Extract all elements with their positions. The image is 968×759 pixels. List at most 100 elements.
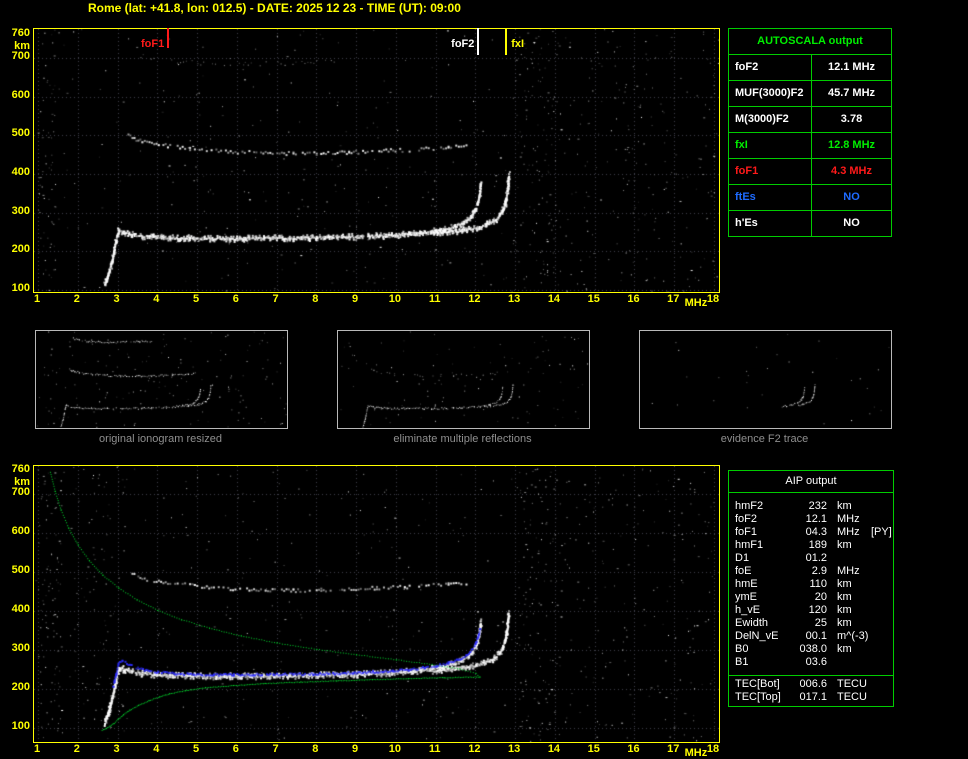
y-axis-tick-label: 500 bbox=[11, 127, 30, 140]
aip-row-name: B1 bbox=[735, 656, 749, 668]
aip-row-name: foF1 bbox=[735, 526, 758, 538]
aip-row-unit: km bbox=[837, 591, 852, 603]
aip-table-row: TEC[Bot] 006.6 TECU bbox=[729, 678, 893, 691]
x-axis-tick-label: 17 bbox=[667, 743, 680, 755]
y-axis-tick-label: 400 bbox=[11, 166, 30, 178]
aip-row-name: foF2 bbox=[735, 513, 758, 525]
aip-table-row: foF2 12.1 MHz bbox=[729, 513, 893, 526]
aip-row-value: 189 bbox=[808, 539, 827, 551]
x-axis-tick-label: 8 bbox=[312, 743, 319, 755]
y-axis-tick-label: 600 bbox=[11, 525, 30, 537]
x-axis-tick-label: 15 bbox=[587, 293, 600, 305]
x-axis-tick-label: 7 bbox=[272, 743, 279, 755]
aip-row-unit: km bbox=[837, 500, 852, 512]
aip-row-value: 12.1 bbox=[805, 513, 827, 525]
autoscala-row-label: foF1 bbox=[729, 159, 812, 184]
y-axis-tick-label: 200 bbox=[11, 243, 30, 256]
x-axis-tick-label: 18 bbox=[706, 743, 720, 755]
aip-row-unit: km bbox=[837, 539, 852, 551]
x-axis-tick-label: 2 bbox=[73, 293, 80, 305]
x-axis-tick-label: 11 bbox=[428, 293, 441, 305]
thumbnail-canvas-2 bbox=[338, 331, 589, 428]
aip-row-value: 01.2 bbox=[805, 552, 827, 564]
y-axis-tick-label: 600 bbox=[11, 88, 30, 101]
autoscala-row-value: NO bbox=[843, 191, 860, 203]
y-axis-tick-label: 760 bbox=[11, 26, 30, 39]
aip-table-row: Ewidth 25 km bbox=[729, 617, 893, 630]
autoscala-row-value: 45.7 MHz bbox=[827, 87, 876, 99]
aip-row-name: h_vE bbox=[735, 604, 761, 616]
aip-row-value: 017.1 bbox=[799, 691, 827, 703]
y-axis-tick-label: 760 bbox=[11, 462, 30, 475]
aip-tec-section: TEC[Bot] 006.6 TECU TEC[Top] 017.1 TECU bbox=[729, 675, 893, 706]
y-axis-unit-label: km bbox=[14, 39, 30, 52]
autoscala-table-row: ftEs NO bbox=[729, 185, 891, 211]
x-axis-tick-label: 5 bbox=[192, 293, 200, 305]
aip-row-unit: km bbox=[837, 578, 852, 590]
aip-table-row: hmE 110 km bbox=[729, 578, 893, 591]
autoscala-row-value: 12.8 MHz bbox=[827, 139, 876, 151]
x-axis-tick-label: 12 bbox=[468, 293, 481, 305]
ionogram-canvas-top bbox=[34, 29, 719, 292]
y-axis-tick-label: 700 bbox=[11, 486, 30, 498]
thumbnail-caption-1: original ionogram resized bbox=[99, 433, 222, 445]
aip-row-name: DelN_vE bbox=[735, 630, 779, 642]
y-axis-unit-label: km bbox=[14, 475, 30, 488]
aip-row-unit bbox=[837, 552, 871, 565]
aip-row-value: 25 bbox=[814, 617, 827, 629]
x-axis-tick-label: 3 bbox=[113, 743, 120, 755]
aip-row-value: 04.3 bbox=[805, 526, 827, 538]
autoscala-row-label: ftEs bbox=[729, 185, 812, 210]
aip-table-row: B1 03.6 bbox=[729, 656, 893, 669]
aip-row-name: hmE bbox=[735, 578, 758, 590]
aip-row-value: 110 bbox=[809, 578, 827, 590]
x-axis-tick-label: 14 bbox=[547, 743, 561, 755]
autoscala-row-value: 3.78 bbox=[840, 113, 863, 125]
aip-row-value: 20 bbox=[814, 591, 827, 603]
aip-row-name: D1 bbox=[735, 552, 750, 564]
x-axis-unit-label: MHz bbox=[684, 747, 708, 759]
x-axis-tick-label: 3 bbox=[113, 293, 120, 305]
autoscala-output-table: AUTOSCALA output foF2 12.1 MHz MUF(3000)F2 4… bbox=[728, 28, 892, 237]
aip-row-unit bbox=[837, 656, 871, 669]
aip-table-row: ymE 20 km bbox=[729, 591, 893, 604]
aip-row-value: 00.1 bbox=[805, 630, 827, 642]
ionogram-plot-top bbox=[33, 28, 720, 293]
ionogram-plot-bottom bbox=[33, 465, 720, 743]
y-axis-tick-label: 700 bbox=[11, 50, 30, 62]
x-axis-tick-label: 9 bbox=[352, 293, 359, 305]
autoscala-table-row: fxI 12.8 MHz bbox=[729, 133, 891, 159]
x-axis-tick-label: 14 bbox=[547, 293, 561, 305]
aip-table-row: TEC[Top] 017.1 TECU bbox=[729, 691, 893, 704]
x-axis-tick-label: 4 bbox=[153, 293, 160, 305]
aip-row-unit: MHz bbox=[837, 526, 860, 538]
aip-table-row: B0 038.0 km bbox=[729, 643, 893, 656]
aip-table-row: hmF1 189 km bbox=[729, 539, 893, 552]
aip-row-unit: km bbox=[837, 604, 852, 616]
x-axis-tick-label: 10 bbox=[388, 743, 401, 755]
autoscala-row-value: NO bbox=[843, 217, 860, 229]
aip-row-name: hmF2 bbox=[735, 500, 764, 512]
aip-row-name: TEC[Bot] bbox=[735, 678, 780, 690]
thumbnail-2 bbox=[337, 330, 590, 429]
aip-row-extra: [PY] bbox=[871, 526, 892, 538]
ionogram-canvas-bottom bbox=[34, 466, 719, 742]
x-axis-tick-label: 1 bbox=[33, 293, 41, 305]
x-axis-tick-label: 4 bbox=[153, 743, 160, 755]
y-axis-tick-label: 100 bbox=[11, 720, 30, 732]
x-axis-tick-label: 6 bbox=[232, 293, 239, 305]
x-axis-tick-label: 1 bbox=[33, 743, 41, 755]
y-axis-tick-label: 200 bbox=[11, 681, 30, 693]
x-axis-tick-label: 16 bbox=[627, 743, 640, 755]
x-axis-tick-label: 16 bbox=[627, 293, 640, 305]
aip-table-header: AIP output bbox=[729, 471, 893, 493]
aip-row-unit: km bbox=[837, 617, 852, 629]
autoscala-table-row: foF1 4.3 MHz bbox=[729, 159, 891, 185]
aip-row-value: 03.6 bbox=[805, 656, 827, 668]
thumbnail-canvas-3 bbox=[640, 331, 891, 428]
autoscala-table-row: MUF(3000)F2 45.7 MHz bbox=[729, 81, 891, 107]
aip-row-value: 232 bbox=[808, 500, 827, 512]
aip-row-unit: TECU bbox=[837, 678, 867, 690]
x-axis-tick-label: 12 bbox=[468, 743, 481, 755]
aip-row-unit: MHz bbox=[837, 513, 860, 525]
